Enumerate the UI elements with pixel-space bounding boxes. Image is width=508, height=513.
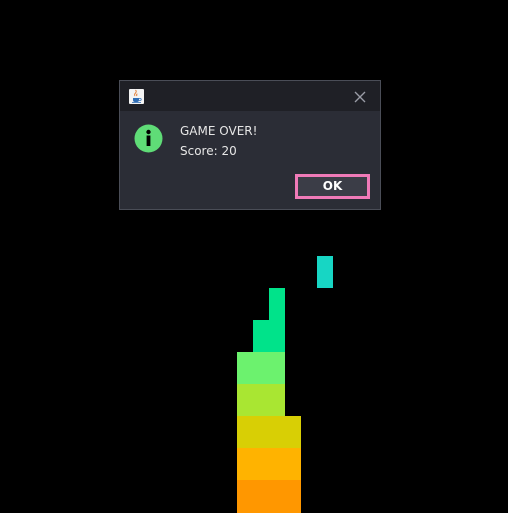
falling-block	[317, 256, 333, 288]
game-board	[0, 0, 508, 513]
close-icon[interactable]	[353, 89, 367, 103]
java-cup-icon	[129, 89, 144, 104]
stack-block	[237, 416, 301, 448]
stack-block	[253, 320, 285, 352]
stack-block	[237, 480, 301, 513]
game-over-message: GAME OVER!	[180, 124, 258, 138]
stack-block	[237, 384, 285, 416]
stack-block	[237, 352, 285, 384]
score-text: Score: 20	[180, 144, 237, 158]
ok-button[interactable]: OK	[295, 174, 370, 199]
stack-block	[269, 288, 285, 320]
dialog-titlebar[interactable]	[120, 81, 380, 111]
game-over-dialog: GAME OVER! Score: 20 OK	[119, 80, 381, 210]
stack-block	[237, 448, 301, 480]
info-icon	[134, 124, 163, 153]
